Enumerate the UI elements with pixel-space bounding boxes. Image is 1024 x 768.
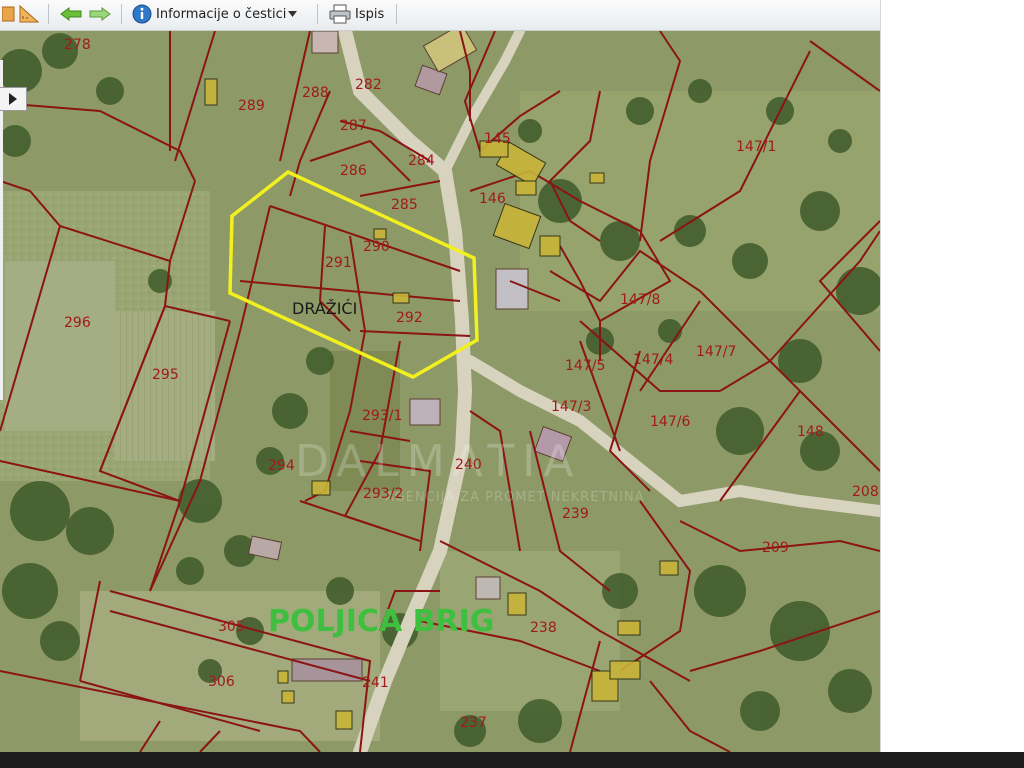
svg-text:AGENCIJA ZA PROMET NEKRETNINA: AGENCIJA ZA PROMET NEKRETNINA	[385, 490, 645, 505]
parcel-label-238: 238	[530, 620, 557, 636]
parcel-label-295: 295	[152, 367, 179, 383]
parcel-label-292: 292	[396, 310, 423, 326]
parcel-info-label: Informacije o čestici	[156, 6, 287, 22]
parcel-label-147-4: 147/4	[633, 352, 673, 368]
map-canvas: DALMATIA AGENCIJA ZA PROMET NEKRETNINA D…	[0, 31, 880, 752]
parcel-label-306: 306	[208, 674, 235, 690]
side-panel-edge	[0, 60, 3, 400]
parcel-label-147-6: 147/6	[650, 414, 690, 430]
parcel-label-289: 289	[238, 98, 265, 114]
parcel-label-286: 286	[340, 163, 367, 179]
parcel-label-278: 278	[64, 37, 91, 53]
parcel-label-284: 284	[408, 153, 435, 169]
parcel-label-294: 294	[268, 458, 295, 474]
parcel-info-button[interactable]: Informacije o čestici	[132, 3, 298, 25]
parcel-label-287: 287	[340, 118, 367, 134]
parcel-label-147-8: 147/8	[620, 292, 660, 308]
parcel-label-237: 237	[460, 715, 487, 731]
parcel-label-145: 145	[484, 131, 511, 147]
ruler-icon[interactable]	[2, 3, 16, 25]
parcel-label-239: 239	[562, 506, 589, 522]
parcel-label-293-2: 293/2	[363, 486, 403, 502]
forward-arrow-icon[interactable]	[89, 3, 111, 25]
parcel-label-148: 148	[797, 424, 824, 440]
print-label: Ispis	[355, 6, 385, 22]
measure-area-icon[interactable]	[18, 3, 40, 25]
parcel-label-147-3: 147/3	[551, 399, 591, 415]
dropdown-arrow-icon	[288, 11, 298, 17]
info-icon	[132, 4, 152, 24]
right-blank-panel	[880, 0, 1024, 752]
svg-text:DALMATIA: DALMATIA	[295, 436, 581, 487]
parcel-label-288: 288	[302, 85, 329, 101]
play-arrow-icon	[9, 93, 17, 105]
parcel-label-290: 290	[363, 239, 390, 255]
cadastral-map[interactable]: DALMATIA AGENCIJA ZA PROMET NEKRETNINA D…	[0, 31, 880, 752]
parcel-label-282: 282	[355, 77, 382, 93]
parcel-label-240: 240	[455, 457, 482, 473]
parcel-label-291: 291	[325, 255, 352, 271]
printer-icon	[329, 4, 351, 24]
expand-panel-button[interactable]	[0, 87, 27, 111]
parcel-label-147-7: 147/7	[696, 344, 736, 360]
bottom-bar	[0, 752, 1024, 768]
parcel-label-147-5: 147/5	[565, 358, 605, 374]
back-arrow-icon[interactable]	[60, 3, 82, 25]
parcel-label-209: 209	[762, 540, 789, 556]
area-label: POLJICA BRIG	[268, 604, 494, 639]
parcel-label-208: 208	[852, 484, 879, 500]
parcel-label-146: 146	[479, 191, 506, 207]
print-button[interactable]: Ispis	[329, 3, 384, 25]
parcel-label-296: 296	[64, 315, 91, 331]
parcel-label-285: 285	[391, 197, 418, 213]
parcel-label-293-1: 293/1	[362, 408, 402, 424]
village-label: DRAŽIĆI	[292, 299, 357, 318]
parcel-label-241: 241	[362, 675, 389, 691]
map-toolbar: Informacije o čestici Ispis	[0, 0, 880, 31]
parcel-label-305: 305	[218, 619, 245, 635]
parcel-label-147-1: 147/1	[736, 139, 776, 155]
